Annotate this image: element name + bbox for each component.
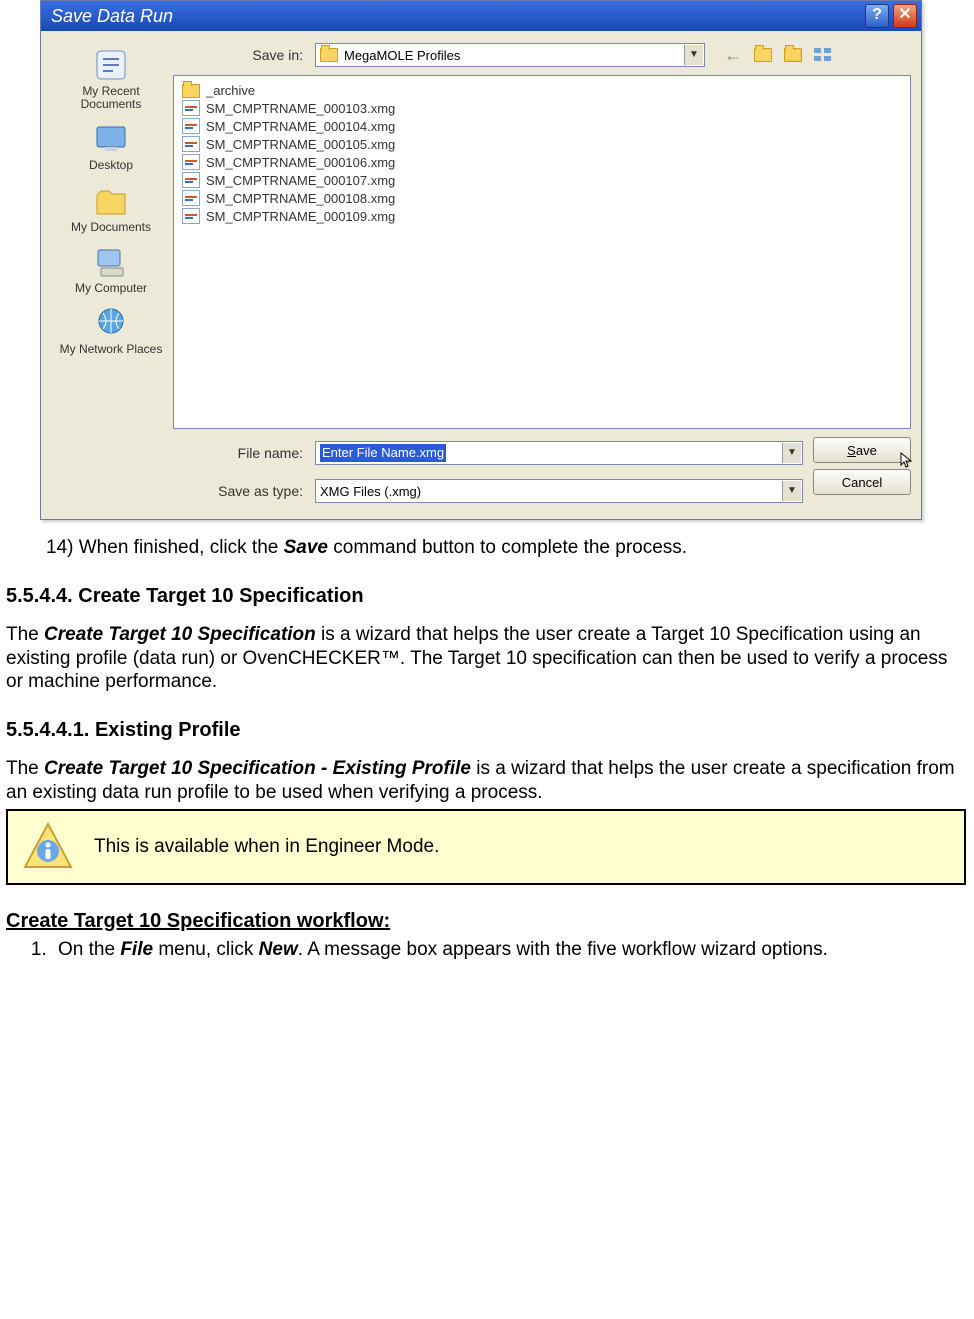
cancel-button[interactable]: Cancel — [813, 469, 911, 495]
up-one-level-button[interactable] — [751, 43, 775, 67]
save-in-combo[interactable]: MegaMOLE Profiles ▼ — [315, 43, 705, 67]
file-icon — [182, 190, 200, 206]
place-desktop[interactable]: Desktop — [56, 117, 166, 176]
place-label: My Documents — [56, 221, 166, 234]
place-label: My Computer — [56, 282, 166, 295]
file-icon — [182, 136, 200, 152]
place-mydocs[interactable]: My Documents — [56, 179, 166, 238]
save-dialog: Save Data Run ? ✕ My Recent Documents — [40, 0, 922, 520]
file-list[interactable]: _archive SM_CMPTRNAME_000103.xmg SM_CMPT… — [173, 75, 911, 429]
titlebar: Save Data Run ? ✕ — [41, 1, 921, 31]
list-item: SM_CMPTRNAME_000104.xmg — [182, 117, 902, 135]
list-item: _archive — [182, 82, 902, 99]
file-name-label: File name: — [173, 445, 307, 461]
heading-55441: 5.5.4.4.1. Existing Profile — [6, 718, 966, 743]
my-computer-icon — [91, 244, 131, 280]
save-type-value: XMG Files (.xmg) — [320, 484, 421, 499]
folder-up-icon — [754, 48, 772, 62]
save-type-combo[interactable]: XMG Files (.xmg) ▼ — [315, 479, 803, 503]
my-documents-icon — [91, 183, 131, 219]
network-places-icon — [91, 305, 131, 341]
place-network[interactable]: My Network Places — [56, 301, 166, 360]
save-in-value: MegaMOLE Profiles — [344, 48, 460, 63]
help-button[interactable]: ? — [865, 4, 889, 28]
list-item: SM_CMPTRNAME_000108.xmg — [182, 189, 902, 207]
file-icon — [182, 118, 200, 134]
paragraph: The Create Target 10 Specification is a … — [6, 623, 966, 694]
dialog-title: Save Data Run — [51, 6, 861, 27]
paragraph: The Create Target 10 Specification - Exi… — [6, 757, 966, 805]
place-computer[interactable]: My Computer — [56, 240, 166, 299]
info-warning-icon — [22, 821, 74, 873]
file-icon — [182, 100, 200, 116]
recent-docs-icon — [91, 47, 131, 83]
list-item: SM_CMPTRNAME_000106.xmg — [182, 153, 902, 171]
chevron-down-icon[interactable]: ▼ — [684, 45, 703, 65]
list-item: SM_CMPTRNAME_000103.xmg — [182, 99, 902, 117]
close-button[interactable]: ✕ — [893, 4, 917, 28]
workflow-step-1: On the File menu, click New. A message b… — [52, 938, 966, 962]
save-button[interactable]: SSaveave — [813, 437, 911, 463]
views-button[interactable] — [811, 43, 835, 67]
new-folder-button[interactable] — [781, 43, 805, 67]
file-name-value: Enter File Name.xmg — [320, 444, 446, 462]
place-label: My Recent Documents — [56, 85, 166, 111]
desktop-icon — [91, 121, 131, 157]
list-item: SM_CMPTRNAME_000107.xmg — [182, 171, 902, 189]
note-box: This is available when in Engineer Mode. — [6, 809, 966, 885]
place-label: My Network Places — [56, 343, 166, 356]
file-icon — [182, 154, 200, 170]
place-recent[interactable]: My Recent Documents — [56, 43, 166, 115]
folder-icon — [182, 84, 200, 98]
back-button[interactable]: ← — [721, 43, 745, 67]
list-item: SM_CMPTRNAME_000109.xmg — [182, 207, 902, 225]
places-bar: My Recent Documents Desktop My Documents — [49, 39, 173, 507]
list-item: SM_CMPTRNAME_000105.xmg — [182, 135, 902, 153]
file-name-input[interactable]: Enter File Name.xmg ▼ — [315, 441, 803, 465]
chevron-down-icon[interactable]: ▼ — [782, 443, 801, 463]
save-type-label: Save as type: — [173, 483, 307, 499]
new-folder-icon — [784, 48, 802, 62]
step-14: 14) When finished, click the Save comman… — [46, 536, 966, 560]
workflow-heading: Create Target 10 Specification workflow: — [6, 909, 966, 934]
save-in-label: Save in: — [173, 47, 307, 63]
note-text: This is available when in Engineer Mode. — [94, 835, 439, 859]
folder-icon — [320, 48, 338, 62]
file-icon — [182, 208, 200, 224]
cursor-icon — [899, 451, 917, 469]
place-label: Desktop — [56, 159, 166, 172]
file-icon — [182, 172, 200, 188]
heading-5544: 5.5.4.4. Create Target 10 Specification — [6, 584, 966, 609]
chevron-down-icon[interactable]: ▼ — [782, 481, 801, 501]
